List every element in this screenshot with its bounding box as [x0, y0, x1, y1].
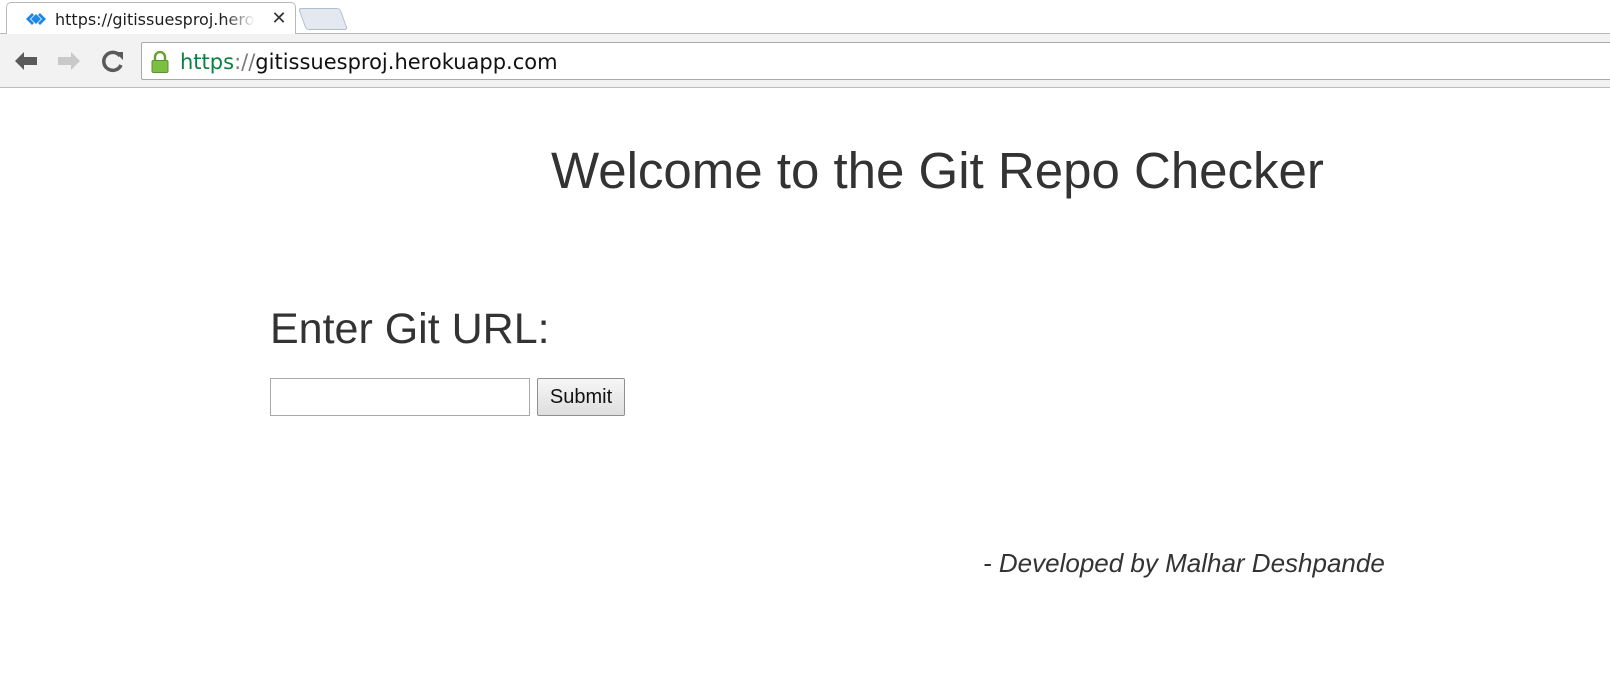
new-tab-button[interactable]: [297, 8, 349, 30]
tab-title: https://gitissuesproj.herokuapp.com: [55, 10, 255, 29]
tab-strip: https://gitissuesproj.herokuapp.com ✕: [0, 0, 1610, 36]
page-content: Welcome to the Git Repo Checker Enter Gi…: [0, 89, 1610, 689]
address-bar[interactable]: https://gitissuesproj.herokuapp.com: [141, 42, 1610, 80]
git-url-input[interactable]: [270, 378, 530, 416]
url-text: https://gitissuesproj.herokuapp.com: [180, 49, 558, 75]
tab-close-icon[interactable]: ✕: [269, 8, 289, 30]
url-scheme: https: [180, 50, 235, 74]
back-arrow-icon[interactable]: [11, 47, 41, 75]
page-title: Welcome to the Git Repo Checker: [551, 142, 1324, 199]
submit-button[interactable]: Submit: [537, 378, 625, 416]
forward-arrow-icon[interactable]: [54, 47, 84, 75]
developer-credit: - Developed by Malhar Deshpande: [983, 548, 1385, 578]
heroku-diamond-icon: [23, 10, 49, 28]
browser-toolbar: https://gitissuesproj.herokuapp.com: [0, 34, 1610, 88]
git-url-label: Enter Git URL:: [270, 305, 550, 353]
url-host: gitissuesproj.herokuapp.com: [255, 50, 558, 74]
active-tab[interactable]: https://gitissuesproj.herokuapp.com ✕: [6, 2, 296, 34]
reload-icon[interactable]: [98, 47, 128, 75]
lock-icon: [151, 50, 169, 73]
url-separator: ://: [234, 50, 256, 74]
